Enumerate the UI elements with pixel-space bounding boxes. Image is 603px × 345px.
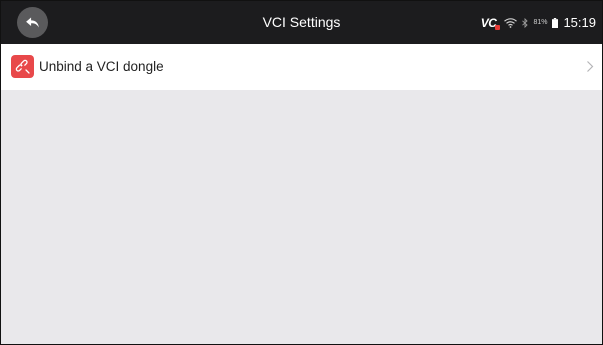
back-arrow-icon — [26, 17, 39, 28]
list-item-label: Unbind a VCI dongle — [39, 59, 164, 74]
list-item-unbind-vci[interactable]: Unbind a VCI dongle — [1, 44, 602, 90]
status-area: VC 81% 15:19 — [481, 1, 596, 44]
chevron-right-icon — [587, 61, 594, 72]
clock: 15:19 — [563, 15, 596, 30]
battery-percent: 81% — [533, 19, 548, 26]
bluetooth-icon — [522, 17, 529, 28]
app-window: VCI Settings VC 81% 15:19 Unbind a VCI d… — [0, 0, 603, 345]
wifi-icon — [504, 17, 518, 28]
top-bar: VCI Settings VC 81% 15:19 — [1, 1, 602, 44]
unlink-icon — [11, 55, 34, 78]
vci-disconnected-indicator — [495, 24, 501, 30]
content-area — [1, 90, 602, 344]
vci-status-icon: VC — [480, 15, 501, 30]
battery-icon — [552, 17, 559, 28]
vci-status-label: VC — [480, 15, 497, 30]
back-button[interactable] — [17, 7, 48, 38]
